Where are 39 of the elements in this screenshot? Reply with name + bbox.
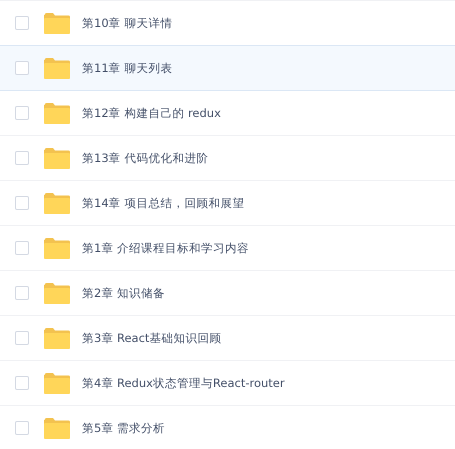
folder-icon xyxy=(44,328,70,348)
checkbox[interactable] xyxy=(15,196,29,210)
folder-name[interactable]: 第2章 知识储备 xyxy=(82,286,165,300)
checkbox[interactable] xyxy=(15,16,29,30)
checkbox[interactable] xyxy=(15,286,29,300)
checkbox[interactable] xyxy=(15,241,29,255)
checkbox[interactable] xyxy=(15,61,29,75)
folder-row[interactable]: 第1章 介绍课程目标和学习内容 xyxy=(0,226,455,271)
folder-icon xyxy=(44,372,70,394)
folder-icon xyxy=(44,238,70,258)
folder-name[interactable]: 第13章 代码优化和进阶 xyxy=(82,150,208,166)
folder-row[interactable]: 第5章 需求分析 xyxy=(0,406,455,449)
folder-icon xyxy=(44,12,70,34)
folder-icon xyxy=(44,58,70,78)
folder-name[interactable]: 第3章 React基础知识回顾 xyxy=(82,330,222,346)
checkbox[interactable] xyxy=(15,151,29,165)
folder-row[interactable]: 第2章 知识储备 xyxy=(0,271,455,316)
folder-icon xyxy=(44,418,70,438)
folder-row[interactable]: 第12章 构建自己的 redux xyxy=(0,91,455,136)
checkbox[interactable] xyxy=(15,331,29,345)
folder-name[interactable]: 第1章 介绍课程目标和学习内容 xyxy=(82,240,249,256)
folder-row[interactable]: 第11章 聊天列表 xyxy=(0,45,455,91)
folder-row[interactable]: 第3章 React基础知识回顾 xyxy=(0,316,455,361)
checkbox[interactable] xyxy=(15,421,29,435)
folder-row[interactable]: 第4章 Redux状态管理与React-router xyxy=(0,361,455,406)
folder-name[interactable]: 第10章 聊天详情 xyxy=(82,16,172,30)
checkbox[interactable] xyxy=(15,376,29,390)
folder-icon xyxy=(44,148,70,168)
folder-icon xyxy=(44,282,70,304)
folder-icon xyxy=(44,102,70,124)
folder-icon xyxy=(44,192,70,214)
folder-name[interactable]: 第12章 构建自己的 redux xyxy=(82,106,221,120)
folder-name[interactable]: 第4章 Redux状态管理与React-router xyxy=(82,376,285,390)
checkbox[interactable] xyxy=(15,106,29,120)
folder-name[interactable]: 第11章 聊天列表 xyxy=(82,60,172,76)
folder-name[interactable]: 第14章 项目总结，回顾和展望 xyxy=(82,196,244,210)
folder-name[interactable]: 第5章 需求分析 xyxy=(82,420,165,436)
folder-row[interactable]: 第13章 代码优化和进阶 xyxy=(0,136,455,181)
folder-row[interactable]: 第14章 项目总结，回顾和展望 xyxy=(0,181,455,226)
